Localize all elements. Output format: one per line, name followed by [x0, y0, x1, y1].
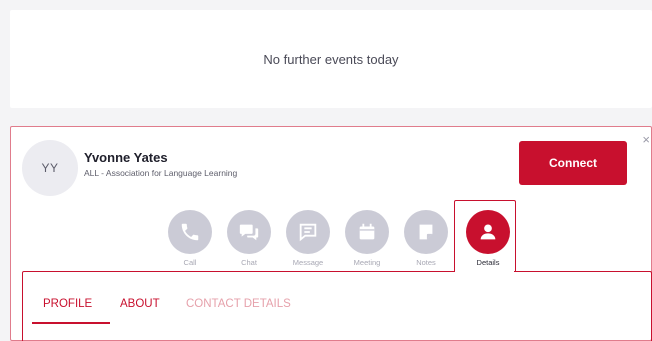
avatar-initials: YY — [41, 161, 59, 175]
meeting-label: Meeting — [353, 258, 381, 267]
chat-bubbles-icon — [227, 210, 271, 254]
notes-label: Notes — [416, 258, 436, 267]
profile-panel: PROFILE ABOUT CONTACT DETAILS — [22, 271, 652, 341]
close-icon[interactable]: × — [642, 133, 650, 146]
details-tab-join — [455, 269, 514, 273]
details-action[interactable]: Details — [457, 207, 519, 268]
chat-label: Chat — [241, 258, 257, 267]
no-events-message: No further events today — [263, 51, 399, 67]
message-label: Message — [292, 258, 324, 267]
meeting-action[interactable]: Meeting — [344, 207, 390, 268]
contact-name: Yvonne Yates — [84, 150, 168, 165]
details-label: Details — [476, 258, 500, 267]
chat-action[interactable]: Chat — [226, 207, 272, 268]
person-icon — [466, 210, 510, 254]
events-card: No further events today — [10, 10, 652, 108]
calendar-icon — [345, 210, 389, 254]
message-action[interactable]: Message — [285, 207, 331, 268]
avatar: YY — [22, 140, 78, 196]
contact-organization: ALL - Association for Language Learning — [84, 168, 238, 178]
tab-about[interactable]: ABOUT — [120, 298, 160, 310]
call-label: Call — [183, 258, 197, 267]
call-action[interactable]: Call — [167, 207, 213, 268]
contact-card: × YY Yvonne Yates ALL - Association for … — [10, 126, 652, 341]
phone-icon — [168, 210, 212, 254]
message-icon — [286, 210, 330, 254]
note-icon — [404, 210, 448, 254]
tab-contact-details[interactable]: CONTACT DETAILS — [186, 298, 291, 310]
active-tab-underline — [32, 322, 110, 324]
notes-action[interactable]: Notes — [403, 207, 449, 268]
connect-button[interactable]: Connect — [519, 141, 627, 185]
tab-profile[interactable]: PROFILE — [43, 298, 92, 310]
